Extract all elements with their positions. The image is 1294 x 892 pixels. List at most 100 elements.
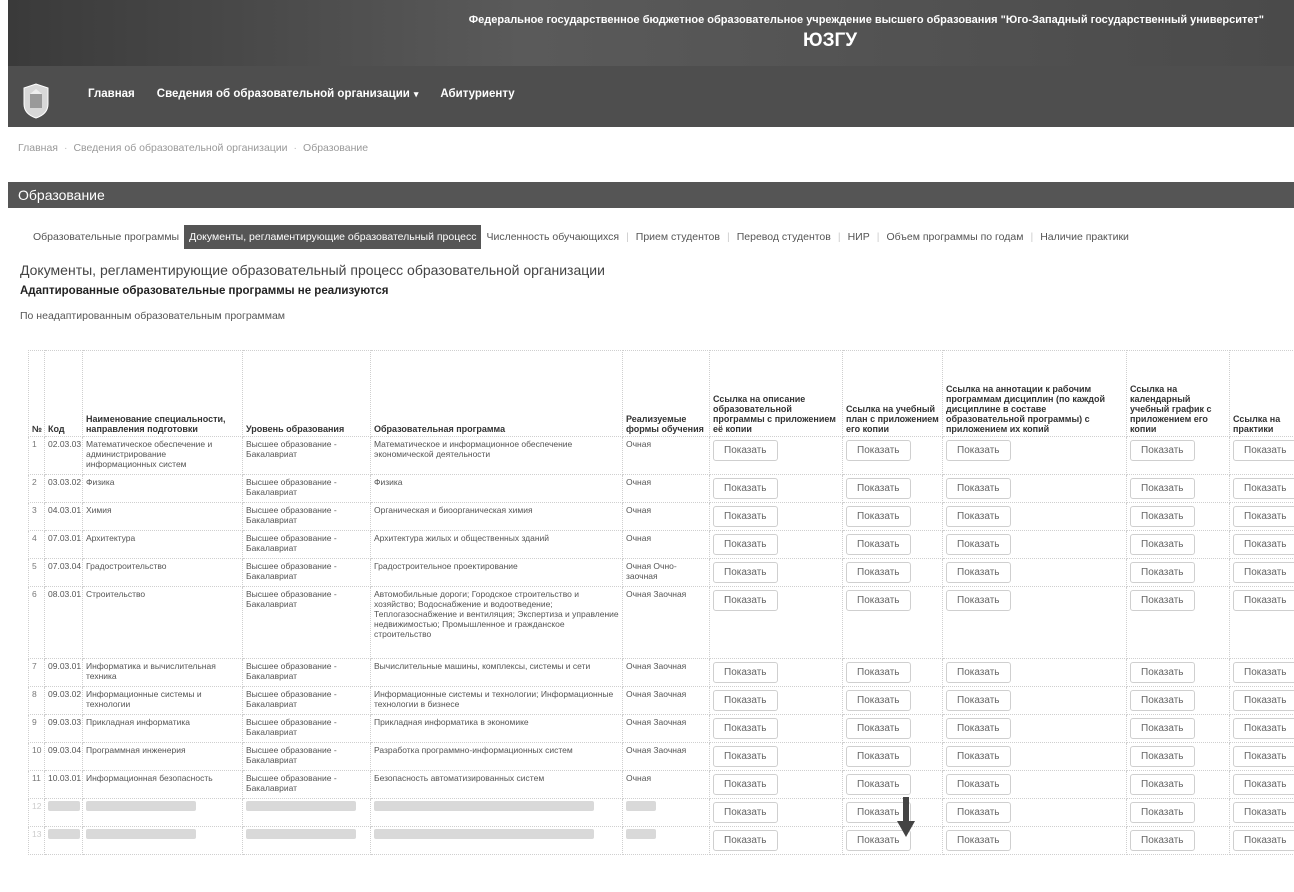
cell-schedule-link: Показать — [1126, 742, 1230, 771]
tab-practice[interactable]: Наличие практики — [1035, 226, 1134, 248]
show-practice-button[interactable]: Показать — [1233, 690, 1294, 711]
show-practice-button[interactable]: Показать — [1233, 662, 1294, 683]
show-schedule-button[interactable]: Показать — [1130, 718, 1195, 739]
show-practice-button[interactable]: Показать — [1233, 802, 1294, 823]
cell-curriculum-link: Показать — [842, 686, 943, 715]
university-logo-icon[interactable] — [20, 82, 52, 120]
show-schedule-button[interactable]: Показать — [1130, 562, 1195, 583]
show-schedule-button[interactable]: Показать — [1130, 690, 1195, 711]
show-curriculum-button[interactable]: Показать — [846, 718, 911, 739]
redacted-text — [48, 829, 80, 839]
show-practice-button[interactable]: Показать — [1233, 830, 1294, 851]
cell-level — [242, 798, 371, 827]
cell-forms — [622, 826, 710, 855]
show-practice-button[interactable]: Показать — [1233, 562, 1294, 583]
show-annotations-button[interactable]: Показать — [946, 590, 1011, 611]
org-short-name[interactable]: ЮЗГУ — [803, 30, 857, 52]
show-description-button[interactable]: Показать — [713, 662, 778, 683]
nav-home[interactable]: Главная — [88, 88, 135, 100]
show-practice-button[interactable]: Показать — [1233, 506, 1294, 527]
show-annotations-button[interactable]: Показать — [946, 802, 1011, 823]
show-practice-button[interactable]: Показать — [1233, 746, 1294, 767]
show-annotations-button[interactable]: Показать — [946, 690, 1011, 711]
show-annotations-button[interactable]: Показать — [946, 746, 1011, 767]
show-practice-button[interactable]: Показать — [1233, 478, 1294, 499]
cell-code: 02.03.03 — [44, 436, 83, 475]
cell-specialty — [82, 826, 243, 855]
cell-code: 04.03.01 — [44, 502, 83, 531]
show-curriculum-button[interactable]: Показать — [846, 562, 911, 583]
show-description-button[interactable]: Показать — [713, 774, 778, 795]
cell-program: Математическое и информационное обеспече… — [370, 436, 623, 475]
show-annotations-button[interactable]: Показать — [946, 830, 1011, 851]
show-practice-button[interactable]: Показать — [1233, 590, 1294, 611]
cell-practice-link: Показать — [1229, 502, 1294, 531]
tab-admission[interactable]: Прием студентов — [631, 226, 725, 248]
show-annotations-button[interactable]: Показать — [946, 718, 1011, 739]
show-description-button[interactable]: Показать — [713, 562, 778, 583]
show-schedule-button[interactable]: Показать — [1130, 478, 1195, 499]
show-annotations-button[interactable]: Показать — [946, 440, 1011, 461]
show-schedule-button[interactable]: Показать — [1130, 662, 1195, 683]
show-curriculum-button[interactable]: Показать — [846, 746, 911, 767]
show-practice-button[interactable]: Показать — [1233, 718, 1294, 739]
show-curriculum-button[interactable]: Показать — [846, 690, 911, 711]
cell-program: Информационные системы и технологии; Инф… — [370, 686, 623, 715]
show-description-button[interactable]: Показать — [713, 746, 778, 767]
tab-regulating-documents[interactable]: Документы, регламентирующие образователь… — [184, 225, 482, 249]
show-description-button[interactable]: Показать — [713, 478, 778, 499]
show-annotations-button[interactable]: Показать — [946, 478, 1011, 499]
col-header-annotations-link: Ссылка на аннотации к рабочим программам… — [942, 350, 1127, 437]
show-schedule-button[interactable]: Показать — [1130, 440, 1195, 461]
show-schedule-button[interactable]: Показать — [1130, 802, 1195, 823]
show-curriculum-button[interactable]: Показать — [846, 590, 911, 611]
tab-transfer[interactable]: Перевод студентов — [732, 226, 836, 248]
show-description-button[interactable]: Показать — [713, 830, 778, 851]
breadcrumb-home[interactable]: Главная — [18, 142, 58, 154]
tab-student-count[interactable]: Численность обучающихся — [481, 226, 624, 248]
nav-applicant[interactable]: Абитуриенту — [440, 88, 514, 100]
show-practice-button[interactable]: Показать — [1233, 440, 1294, 461]
breadcrumb-org-info[interactable]: Сведения об образовательной организации — [73, 142, 287, 154]
show-curriculum-button[interactable]: Показать — [846, 506, 911, 527]
redacted-text — [374, 801, 594, 811]
breadcrumb-education: Образование — [303, 142, 369, 154]
cell-program: Вычислительные машины, комплексы, систем… — [370, 658, 623, 687]
cell-schedule-link: Показать — [1126, 586, 1230, 659]
show-annotations-button[interactable]: Показать — [946, 774, 1011, 795]
show-curriculum-button[interactable]: Показать — [846, 662, 911, 683]
show-practice-button[interactable]: Показать — [1233, 534, 1294, 555]
show-annotations-button[interactable]: Показать — [946, 662, 1011, 683]
main-nav: Главная Сведения об образовательной орга… — [88, 88, 515, 100]
show-practice-button[interactable]: Показать — [1233, 774, 1294, 795]
redacted-text — [626, 829, 656, 839]
show-curriculum-button[interactable]: Показать — [846, 774, 911, 795]
show-schedule-button[interactable]: Показать — [1130, 534, 1195, 555]
show-schedule-button[interactable]: Показать — [1130, 506, 1195, 527]
show-curriculum-button[interactable]: Показать — [846, 478, 911, 499]
show-description-button[interactable]: Показать — [713, 802, 778, 823]
table-row: 12 Показать Показать Показать Показать Показа… — [28, 798, 1294, 827]
show-schedule-button[interactable]: Показать — [1130, 590, 1195, 611]
tab-educational-programs[interactable]: Образовательные программы — [28, 226, 184, 248]
cell-code: 08.03.01 — [44, 586, 83, 659]
cell-forms: Очная — [622, 474, 710, 503]
show-schedule-button[interactable]: Показать — [1130, 830, 1195, 851]
nav-org-info[interactable]: Сведения об образовательной организации ▾ — [157, 88, 419, 100]
tab-program-volume[interactable]: Объем программы по годам — [881, 226, 1028, 248]
tab-research[interactable]: НИР — [843, 226, 875, 248]
show-schedule-button[interactable]: Показать — [1130, 774, 1195, 795]
show-curriculum-button[interactable]: Показать — [846, 440, 911, 461]
show-annotations-button[interactable]: Показать — [946, 506, 1011, 527]
show-description-button[interactable]: Показать — [713, 506, 778, 527]
show-description-button[interactable]: Показать — [713, 718, 778, 739]
show-annotations-button[interactable]: Показать — [946, 534, 1011, 555]
show-schedule-button[interactable]: Показать — [1130, 746, 1195, 767]
cell-forms: Очная — [622, 530, 710, 559]
show-description-button[interactable]: Показать — [713, 690, 778, 711]
show-description-button[interactable]: Показать — [713, 534, 778, 555]
show-curriculum-button[interactable]: Показать — [846, 534, 911, 555]
show-description-button[interactable]: Показать — [713, 590, 778, 611]
show-annotations-button[interactable]: Показать — [946, 562, 1011, 583]
show-description-button[interactable]: Показать — [713, 440, 778, 461]
